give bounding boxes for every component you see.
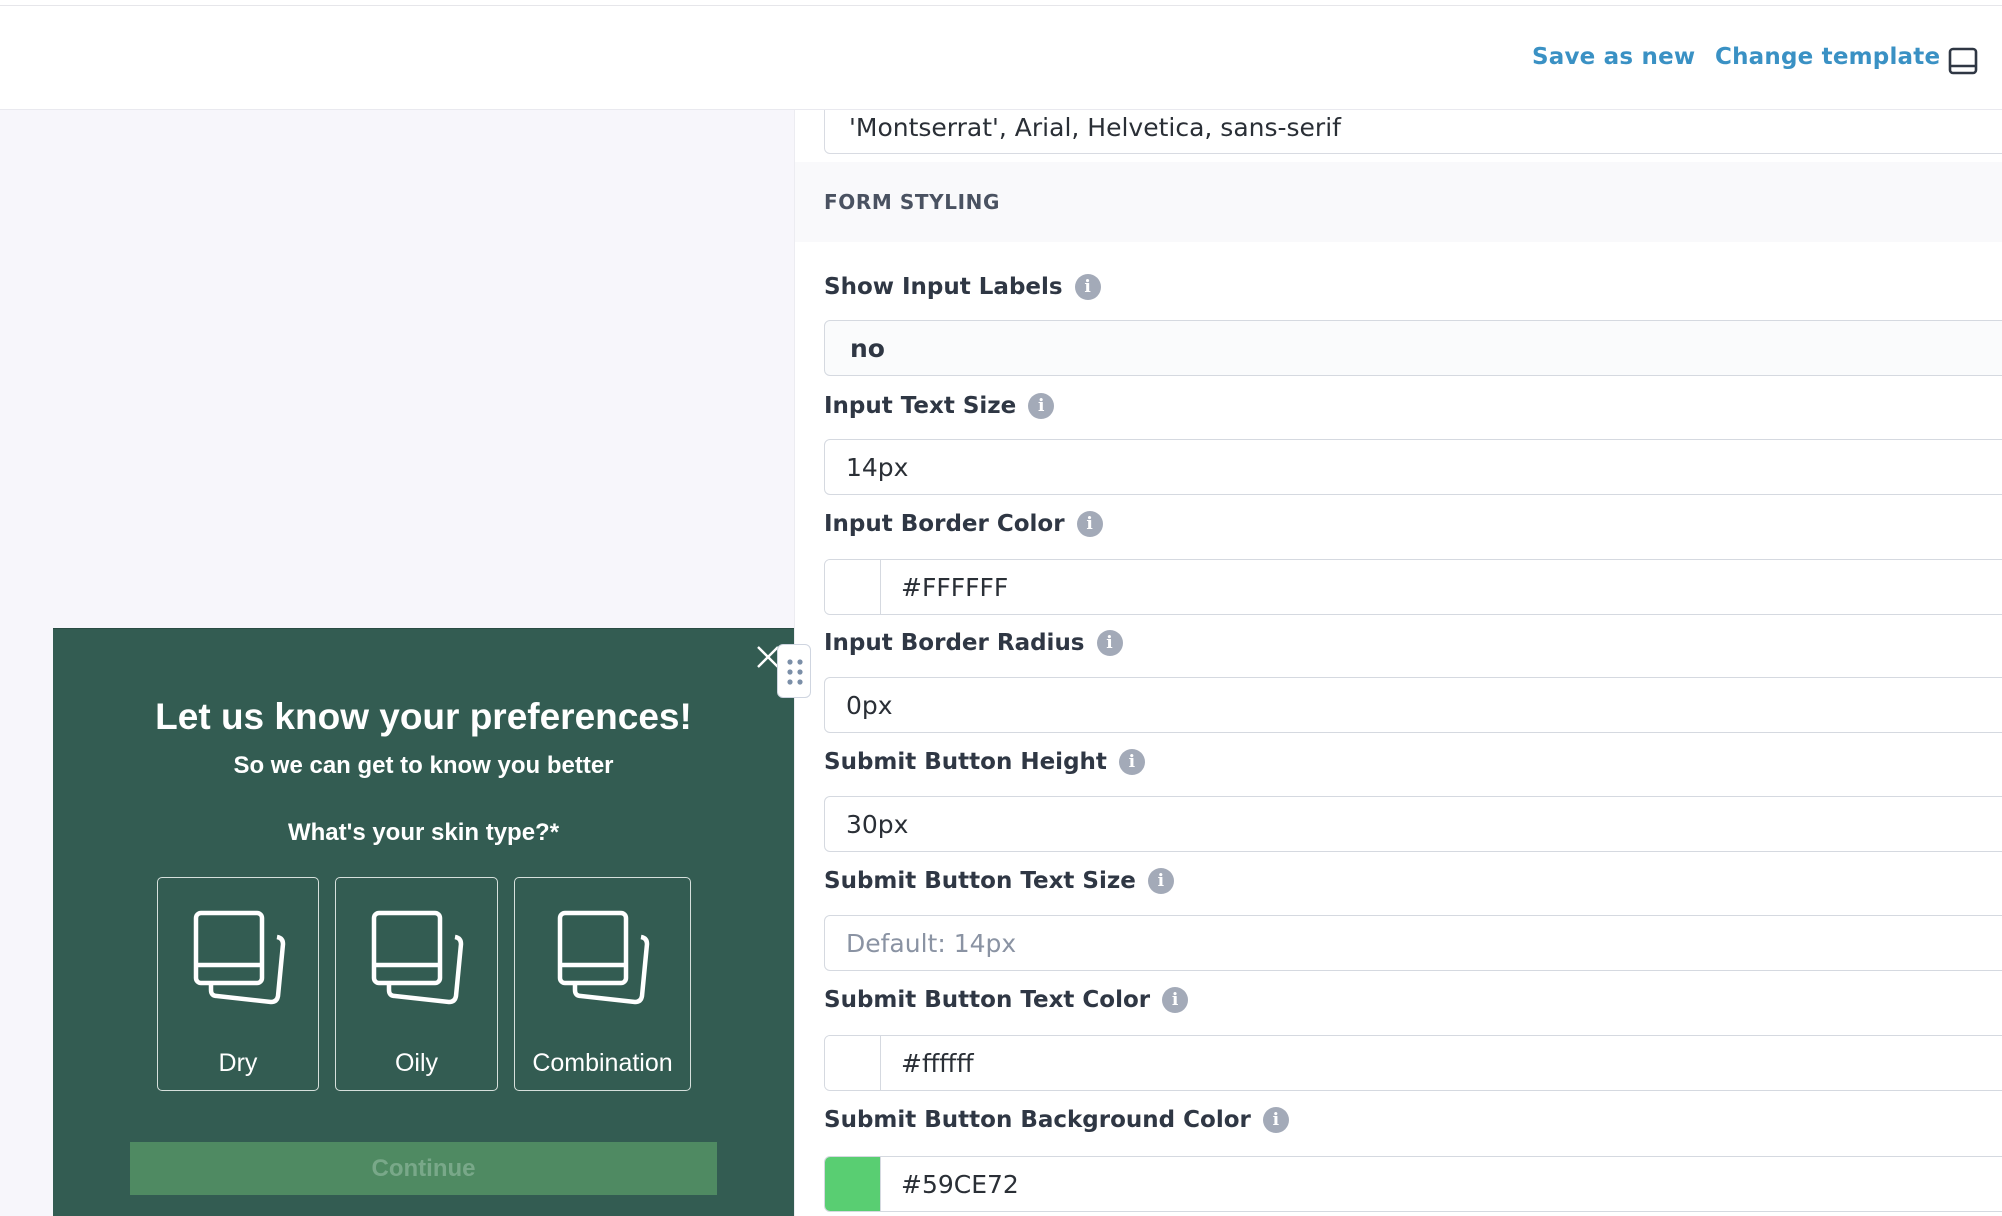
color-value[interactable]: #59CE72 [901,1170,1019,1199]
drag-dots-icon [787,659,803,685]
submit-button-text-size-field[interactable]: Default: 14px [824,915,2002,971]
info-icon[interactable]: i [1096,630,1123,656]
popup-title: Let us know your preferences! [155,696,692,737]
color-swatch[interactable] [825,560,881,614]
popup-subtitle: So we can get to know you better [233,752,614,779]
info-icon[interactable]: i [1147,868,1174,894]
input-border-radius-field[interactable]: 0px [824,677,2002,733]
info-icon[interactable]: i [1074,274,1101,300]
submit-button-height-label: Submit Button Height i [824,749,1145,775]
field-label-text: Input Text Size [824,393,1017,419]
color-value[interactable]: #ffffff [901,1049,974,1078]
option-label: Combination [532,1049,673,1077]
font-family-field[interactable]: 'Montserrat', Arial, Helvetica, sans-ser… [824,110,2002,154]
save-as-new-button[interactable]: Save as new [1532,44,1695,70]
option-label: Dry [218,1049,258,1077]
submit-button-text-size-label: Submit Button Text Size i [824,868,1174,894]
image-placeholder-icon [557,910,650,1005]
skin-type-question: What's your skin type?* [287,819,560,846]
info-icon[interactable]: i [1162,987,1189,1013]
submit-button-height-field[interactable]: 30px [824,796,2002,852]
color-value[interactable]: #FFFFFF [901,573,1008,602]
submit-button-bg-color-field[interactable]: #59CE72 [824,1156,2002,1212]
field-label-text: Input Border Color [824,511,1065,537]
info-icon[interactable]: i [1262,1107,1289,1133]
submit-button-bg-color-label: Submit Button Background Color i [824,1107,1289,1133]
panel-toggle-icon[interactable] [1946,44,1980,78]
field-label-text: Submit Button Background Color [824,1107,1251,1133]
info-icon[interactable]: i [1076,511,1103,537]
input-text-size-label: Input Text Size i [824,393,1055,419]
popup-preview: Let us know your preferences! So we can … [53,628,794,1216]
input-border-radius-label: Input Border Radius i [824,630,1123,656]
drag-handle[interactable] [777,644,811,698]
field-label-text: Submit Button Text Size [824,868,1136,894]
info-icon[interactable]: i [1028,393,1055,419]
field-label-text: Show Input Labels [824,274,1063,300]
top-toolbar: Save as new Change template [0,6,2002,110]
continue-button[interactable]: Continue [130,1142,717,1195]
show-input-labels-select[interactable]: no [824,320,2002,376]
field-label-text: Input Border Radius [824,630,1085,656]
option-label: Oily [394,1049,439,1077]
input-border-color-label: Input Border Color i [824,511,1103,537]
field-label-text: Submit Button Height [824,749,1107,775]
option-combination[interactable]: Combination [514,877,691,1091]
submit-button-text-color-field[interactable]: #ffffff [824,1035,2002,1091]
input-text-size-field[interactable]: 14px [824,439,2002,495]
info-icon[interactable]: i [1118,749,1145,775]
submit-button-text-color-label: Submit Button Text Color i [824,987,1189,1013]
color-swatch[interactable] [825,1036,881,1090]
show-input-labels-label: Show Input Labels i [824,274,1101,300]
field-label-text: Submit Button Text Color [824,987,1151,1013]
form-styling-section-header: FORM STYLING [795,162,2002,242]
option-oily[interactable]: Oily [335,877,498,1091]
input-border-color-field[interactable]: #FFFFFF [824,559,2002,615]
image-placeholder-icon [371,910,464,1005]
change-template-button[interactable]: Change template [1715,44,1940,70]
option-dry[interactable]: Dry [157,877,319,1091]
image-placeholder-icon [193,910,286,1005]
color-swatch[interactable] [825,1157,881,1211]
settings-panel: 'Montserrat', Arial, Helvetica, sans-ser… [794,110,2002,1216]
